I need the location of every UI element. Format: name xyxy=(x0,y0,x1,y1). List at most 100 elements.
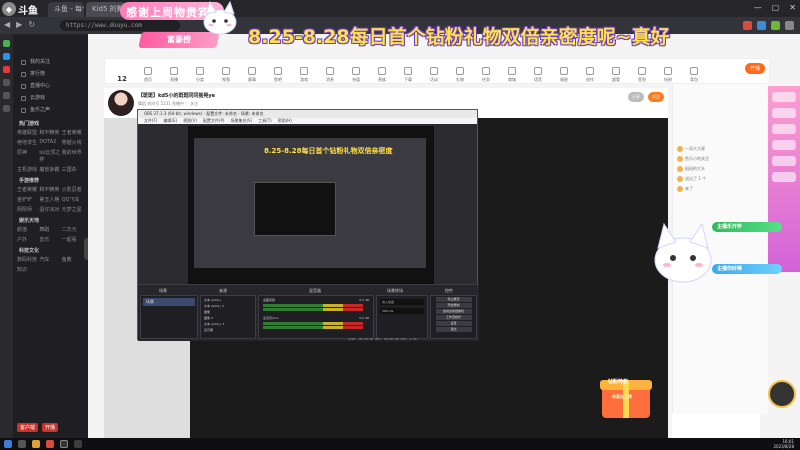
nav-item[interactable]: 超管 xyxy=(603,67,629,83)
menu-profile[interactable]: 配置文件(P) xyxy=(203,118,225,124)
extension-green-icon[interactable] xyxy=(771,21,780,30)
transition-select[interactable]: 淡入淡出 xyxy=(380,299,424,305)
nav-item[interactable]: 充值 xyxy=(343,67,369,83)
category-link[interactable]: 汽车 xyxy=(39,256,61,263)
forward-icon[interactable]: ▶ xyxy=(16,20,22,29)
close-button[interactable]: ✕ xyxy=(789,3,796,12)
nav-item[interactable]: 创作 xyxy=(577,67,603,83)
nav-item[interactable]: 赛事 xyxy=(239,67,265,83)
game-link[interactable]: 第五人格 xyxy=(39,196,61,203)
start-live-button[interactable]: 开播 xyxy=(42,423,59,432)
game-link[interactable]: 和平精英 xyxy=(39,129,61,136)
menu-scene-collection[interactable]: 场景集合(S) xyxy=(230,118,252,124)
sidebar-item-rank[interactable]: 排行榜 xyxy=(13,68,88,80)
nav-item[interactable]: 下载 xyxy=(395,67,421,83)
category-link[interactable]: 数码科技 xyxy=(17,256,39,263)
avatar[interactable] xyxy=(108,90,134,116)
sidebar-item-follow[interactable]: 我的关注 xyxy=(13,56,88,68)
sidebar-item-voice[interactable]: 鱼乐之声 xyxy=(13,104,88,116)
game-link[interactable]: 绝地求生 xyxy=(17,139,39,146)
obs-titlebar[interactable]: OBS 27.1.3 (64-bit, windows) - 配置文件: 未命名… xyxy=(138,110,477,118)
settings-button[interactable]: 设置 xyxy=(435,321,472,326)
game-link[interactable]: 王者荣耀 xyxy=(17,186,39,193)
follow-button[interactable]: 关注 xyxy=(648,92,664,102)
nav-item[interactable]: 语音 xyxy=(525,67,551,83)
nav-item[interactable]: 钻粉 xyxy=(655,67,681,83)
game-link[interactable]: 王者荣耀 xyxy=(62,129,84,136)
stop-stream-button[interactable]: 停止推流 xyxy=(435,297,472,302)
app-icon-5[interactable] xyxy=(3,92,10,99)
category-link[interactable]: 户外 xyxy=(17,236,39,243)
game-link[interactable]: 和平精英 xyxy=(39,186,61,193)
game-link[interactable]: lol云顶之弈 xyxy=(39,149,61,163)
game-link[interactable]: 金铲铲 xyxy=(17,196,39,203)
nav-item[interactable]: 鱼吧 xyxy=(265,67,291,83)
back-icon[interactable]: ◀ xyxy=(4,20,10,29)
extension-blue-icon[interactable] xyxy=(757,21,766,30)
start-live-cta[interactable]: 开播 xyxy=(744,63,765,74)
category-link[interactable]: 颜值 xyxy=(17,226,39,233)
extension-red-icon[interactable] xyxy=(743,21,752,30)
nav-item[interactable]: 活动 xyxy=(421,67,447,83)
category-link[interactable]: 舞蹈 xyxy=(39,226,61,233)
game-link[interactable]: 元梦之星 xyxy=(62,206,84,213)
app-icon-1[interactable] xyxy=(3,40,10,47)
game-link[interactable]: DOTA2 xyxy=(39,139,61,146)
nav-item[interactable]: 视频 xyxy=(213,67,239,83)
folder-icon[interactable] xyxy=(32,440,40,448)
minimize-button[interactable]: — xyxy=(754,3,762,12)
nav-item[interactable]: 背包 xyxy=(681,67,707,83)
duration-input[interactable]: 300 ms xyxy=(380,308,424,314)
app-icon-4[interactable] xyxy=(3,79,10,86)
game-link[interactable]: 阴阳师 xyxy=(17,206,39,213)
menu-help[interactable]: 帮助(H) xyxy=(278,118,292,124)
game-link[interactable]: QQ飞车 xyxy=(62,196,84,203)
menu-icon[interactable] xyxy=(785,21,794,30)
maximize-button[interactable]: ▢ xyxy=(772,3,780,12)
menu-tools[interactable]: 工具(T) xyxy=(258,118,272,124)
category-link[interactable]: 知识 xyxy=(17,266,39,273)
nav-item[interactable]: 周星 xyxy=(551,67,577,83)
studio-mode-button[interactable]: 工作室模式 xyxy=(435,315,472,320)
sidebar-item-cloud-game[interactable]: 云游戏 xyxy=(13,92,88,104)
app-icon[interactable] xyxy=(74,440,82,448)
start-icon[interactable] xyxy=(4,440,12,448)
browser-icon[interactable] xyxy=(46,440,54,448)
game-link[interactable]: 蛋仔派对 xyxy=(39,206,61,213)
category-link[interactable]: 音乐 xyxy=(39,236,61,243)
game-link[interactable]: 主机游戏 xyxy=(17,166,39,173)
search-icon[interactable] xyxy=(18,440,26,448)
source-item[interactable]: 显示器 xyxy=(204,327,252,333)
category-link[interactable]: 鱼教 xyxy=(62,256,84,263)
nav-item[interactable]: 商城 xyxy=(499,67,525,83)
tab-douyu[interactable]: 斗鱼 - 每个人的直播平台 xyxy=(48,2,84,17)
category-link[interactable]: 二次元 xyxy=(62,226,84,233)
nav-item[interactable]: 首页 xyxy=(135,67,161,83)
nav-item[interactable]: 贵族 xyxy=(369,67,395,83)
nav-item[interactable]: 直播 xyxy=(161,67,187,83)
game-link[interactable]: 魔兽争霸 xyxy=(39,166,61,173)
menu-edit[interactable]: 编辑(E) xyxy=(163,118,177,124)
nav-item[interactable]: 游戏 xyxy=(291,67,317,83)
menu-file[interactable]: 文件(F) xyxy=(144,118,157,124)
client-button[interactable]: 客户端 xyxy=(17,423,39,432)
nav-item[interactable]: 签到 xyxy=(629,67,655,83)
nav-item[interactable]: 任务 xyxy=(473,67,499,83)
game-link[interactable]: 原神 xyxy=(17,149,39,163)
sidebar-item-live-center[interactable]: 直播中心 xyxy=(13,80,88,92)
category-link[interactable]: 一起看 xyxy=(62,236,84,243)
app-icon-6[interactable] xyxy=(3,105,10,112)
game-link[interactable]: 三国杀 xyxy=(62,166,84,173)
game-link[interactable]: 英雄联盟 xyxy=(17,129,39,136)
app-icon-2[interactable] xyxy=(3,53,10,60)
start-record-button[interactable]: 开始录制 xyxy=(435,303,472,308)
game-link[interactable]: 我的世界 xyxy=(62,149,84,163)
menu-view[interactable]: 视图(V) xyxy=(183,118,197,124)
game-link[interactable]: 火影忍者 xyxy=(62,186,84,193)
nav-item[interactable]: 消息 xyxy=(317,67,343,83)
refresh-icon[interactable]: ↻ xyxy=(28,20,35,29)
obs-icon[interactable] xyxy=(60,440,68,448)
obs-preview[interactable]: 8.25-8.28每日首个钻粉礼物双倍亲密度 xyxy=(188,126,434,284)
virtual-camera-button[interactable]: 启动虚拟摄像机 xyxy=(435,309,472,314)
nav-item[interactable]: 分类 xyxy=(187,67,213,83)
